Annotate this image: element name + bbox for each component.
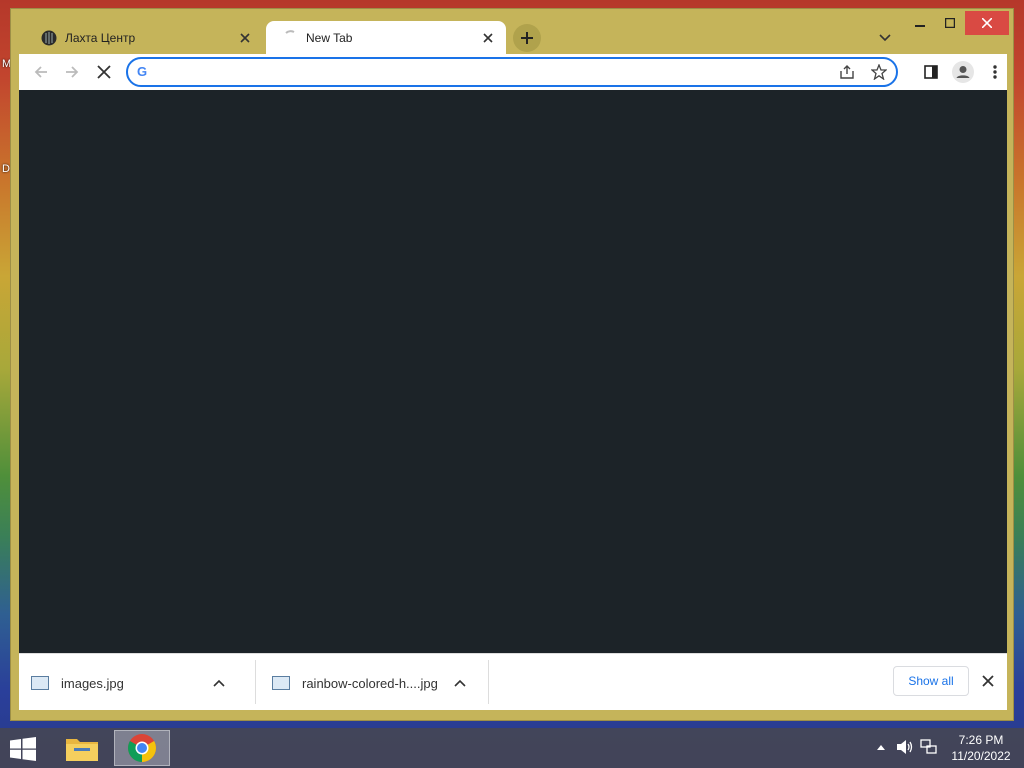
- share-button[interactable]: [836, 62, 858, 82]
- side-panel-button[interactable]: [917, 58, 945, 86]
- download-shelf: images.jpg rainbow-colored-h....jpg Show…: [19, 653, 1007, 710]
- divider: [255, 660, 256, 704]
- folder-icon: [66, 739, 98, 761]
- start-button[interactable]: [6, 734, 40, 764]
- close-tab-button[interactable]: [476, 26, 500, 50]
- menu-button[interactable]: [981, 58, 1009, 86]
- tab-search-button[interactable]: [873, 27, 897, 49]
- profile-button[interactable]: [949, 58, 977, 86]
- share-icon: [840, 65, 854, 79]
- show-all-downloads-button[interactable]: Show all: [893, 666, 969, 696]
- site-favicon-icon: [41, 30, 57, 46]
- maximize-button[interactable]: [935, 11, 965, 35]
- forward-arrow-icon: [66, 66, 79, 78]
- minimize-button[interactable]: [905, 11, 935, 35]
- desktop-label-d: D: [2, 163, 10, 175]
- image-file-icon: [31, 676, 49, 690]
- plus-icon: [521, 32, 533, 44]
- speaker-icon: [897, 740, 913, 754]
- close-icon: [240, 33, 250, 43]
- bookmark-button[interactable]: [868, 62, 890, 82]
- side-panel-icon: [924, 65, 938, 79]
- download-item[interactable]: images.jpg: [19, 662, 225, 704]
- address-input[interactable]: [158, 63, 832, 83]
- chevron-up-icon[interactable]: [213, 679, 225, 687]
- download-filename: rainbow-colored-h....jpg: [302, 675, 438, 691]
- taskbar: 7:26 PM 11/20/2022: [0, 728, 1024, 768]
- clock-date: 11/20/2022: [951, 749, 1011, 763]
- file-explorer-taskbar-button[interactable]: [54, 730, 110, 766]
- system-clock[interactable]: 7:26 PM 11/20/2022: [946, 732, 1016, 764]
- back-button[interactable]: [27, 58, 55, 86]
- volume-button[interactable]: [896, 738, 914, 756]
- chrome-icon: [128, 734, 156, 762]
- close-window-button[interactable]: [965, 11, 1009, 35]
- stop-loading-button[interactable]: [90, 58, 118, 86]
- star-icon: [871, 64, 887, 80]
- google-g-icon: G: [137, 64, 148, 79]
- windows-logo-icon: [10, 737, 36, 761]
- minimize-icon: [915, 25, 925, 27]
- chrome-taskbar-button[interactable]: [114, 730, 170, 766]
- show-hidden-icons-button[interactable]: [872, 738, 890, 756]
- tab-title: Лахта Центр: [65, 31, 136, 45]
- stop-x-icon: [97, 65, 111, 79]
- close-download-shelf-button[interactable]: [977, 670, 999, 692]
- close-icon: [982, 675, 994, 687]
- loading-spinner-icon: [285, 30, 295, 34]
- new-tab-button[interactable]: [513, 24, 541, 52]
- window-controls: [905, 11, 1009, 35]
- page-content: [19, 90, 1007, 653]
- chevron-up-icon: [877, 745, 885, 750]
- image-file-icon: [272, 676, 290, 690]
- chevron-up-icon[interactable]: [454, 679, 466, 687]
- chevron-down-icon: [879, 34, 891, 42]
- browser-toolbar: G: [19, 54, 1007, 90]
- clock-time: 7:26 PM: [958, 733, 1004, 747]
- back-arrow-icon: [34, 66, 47, 78]
- close-icon: [982, 18, 992, 28]
- divider: [488, 660, 489, 704]
- tab-title: New Tab: [306, 31, 353, 45]
- maximize-icon: [945, 18, 955, 28]
- network-button[interactable]: [920, 738, 938, 756]
- close-tab-button[interactable]: [233, 26, 257, 50]
- browser-window: Лахта Центр New Tab G images.jpg rainbow…: [10, 8, 1014, 721]
- kebab-menu-icon: [993, 65, 997, 79]
- download-item[interactable]: rainbow-colored-h....jpg: [260, 662, 466, 704]
- tab-new-tab[interactable]: New Tab: [266, 21, 506, 55]
- forward-button[interactable]: [58, 58, 86, 86]
- profile-avatar-icon: [952, 61, 974, 83]
- close-icon: [483, 33, 493, 43]
- download-filename: images.jpg: [61, 675, 124, 691]
- address-bar[interactable]: G: [126, 57, 898, 87]
- network-icon: [920, 739, 937, 754]
- tab-lakhta-center[interactable]: Лахта Центр: [27, 21, 263, 55]
